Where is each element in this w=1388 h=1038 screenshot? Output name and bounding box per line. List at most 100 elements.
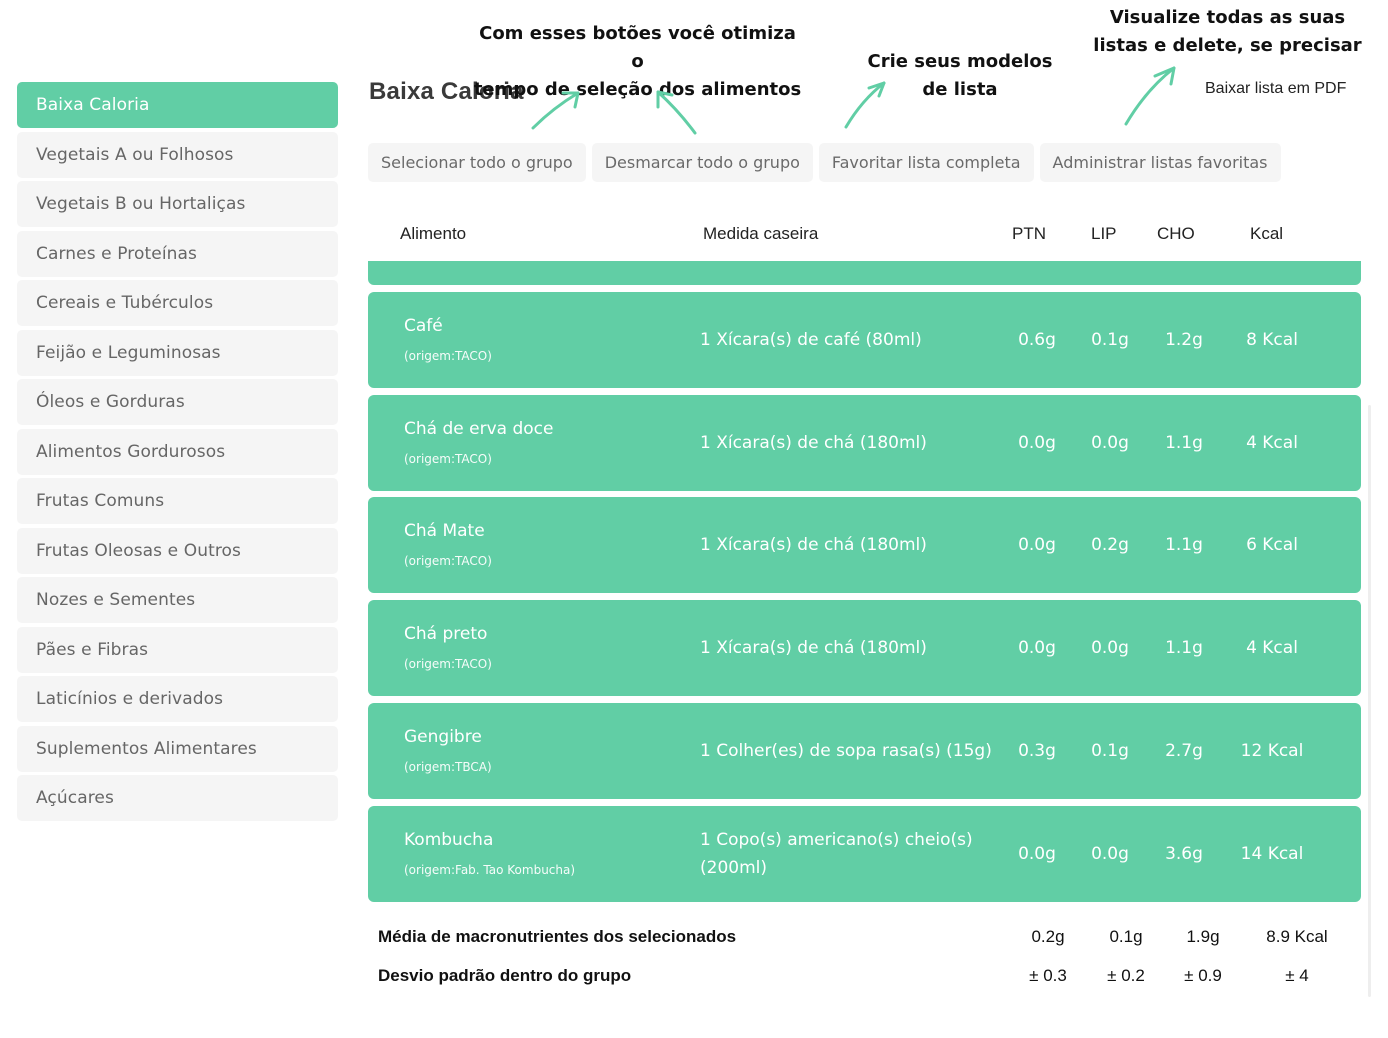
table-row[interactable]: Gengibre (origem:TBCA) 1 Colher(es) de sop… [368, 702, 1361, 799]
sidebar-item[interactable]: Pães e Fibras [17, 626, 338, 673]
sidebar-item-label: Vegetais B ou Hortaliças [36, 194, 246, 214]
sidebar-item[interactable]: Frutas Oleosas e Outros [17, 527, 338, 574]
food-measure: 1 Xícara(s) de chá (180ml) [700, 535, 927, 556]
sidebar-item[interactable]: Açúcares [17, 775, 338, 821]
food-origin: (origem:Fab. Tao Kombucha) [404, 862, 576, 877]
food-list: Café (origem:TACO) 1 Xícara(s) de café (80… [368, 261, 1362, 903]
food-name: Gengibre [404, 726, 482, 747]
food-measure: 1 Xícara(s) de chá (180ml) [700, 638, 927, 659]
food-ptn: 0.0g [1018, 638, 1056, 659]
sidebar-item[interactable]: Nozes e Sementes [17, 577, 338, 623]
mean-kcal: 8.9 Kcal [1266, 927, 1328, 946]
food-origin: (origem:TACO) [404, 349, 492, 363]
food-lip: 0.1g [1091, 740, 1129, 761]
sidebar-item-label: Frutas Comuns [36, 491, 165, 511]
food-kcal: 4 Kcal [1246, 638, 1298, 659]
sidebar-item[interactable]: Baixa Caloria [17, 82, 338, 128]
sidebar-item-label: Feijão e Leguminosas [36, 342, 221, 363]
column-header-kcal: Kcal [1250, 224, 1284, 243]
table-row-partial[interactable] [368, 261, 1361, 285]
annotation-line: listas e delete, se precisar [1093, 35, 1362, 56]
column-header-measure: Medida caseira [703, 224, 819, 243]
sidebar-item[interactable]: Frutas Comuns [17, 478, 338, 524]
favorite-list-button[interactable]: Favoritar lista completa [818, 143, 1034, 182]
annotation-line: Visualize todas as suas [1109, 7, 1346, 28]
sd-cho: ± 0.9 [1184, 966, 1222, 985]
food-kcal: 8 Kcal [1246, 330, 1298, 350]
sidebar-item[interactable]: Laticínios e derivados [17, 676, 338, 722]
food-lip: 0.1g [1091, 330, 1129, 350]
food-lip: 0.0g [1091, 638, 1129, 659]
column-header-food: Alimento [400, 224, 467, 243]
sidebar-item-label: Baixa Caloria [36, 95, 150, 115]
table-row[interactable]: Kombucha (origem:Fab. Tao Kombucha) 1 Copo… [368, 805, 1361, 902]
sd-lip: ± 0.2 [1107, 966, 1145, 985]
sidebar-item[interactable]: Feijão e Leguminosas [17, 329, 338, 376]
sidebar-item-label: Cereais e Tubérculos [36, 293, 214, 313]
sidebar-item[interactable]: Vegetais B ou Hortaliças [17, 181, 338, 227]
sidebar-item-label: Frutas Oleosas e Outros [36, 540, 242, 561]
sidebar-item[interactable]: Óleos e Gorduras [17, 379, 338, 425]
category-sidebar: Baixa Caloria Vegetais A ou Folhosos Veget… [17, 82, 338, 825]
sidebar-item-label: Açúcares [36, 788, 114, 808]
food-measure: 1 Colher(es) de sopa rasa(s) (15g) [700, 740, 992, 761]
sidebar-item-label: Pães e Fibras [36, 639, 149, 660]
sidebar-item[interactable]: Alimentos Gordurosos [17, 428, 338, 475]
food-name: Chá de erva doce [404, 418, 554, 439]
food-measure: 1 Xícara(s) de chá (180ml) [700, 432, 927, 453]
sidebar-item[interactable]: Carnes e Proteínas [17, 230, 338, 277]
food-cho: 1.2g [1165, 330, 1203, 350]
column-header-ptn: PTN [1012, 224, 1046, 243]
food-measure: 1 Xícara(s) de café (80ml) [700, 330, 922, 350]
food-cho: 1.1g [1165, 535, 1203, 556]
table-header: Alimento Medida caseira PTN LIP CHO Kcal [368, 218, 1362, 252]
manage-favorites-button[interactable]: Administrar listas favoritas [1039, 143, 1281, 182]
food-kcal: 14 Kcal [1240, 843, 1304, 864]
annotation-line: Crie seus modelos [867, 51, 1053, 72]
deselect-all-button[interactable]: Desmarcar todo o grupo [591, 143, 813, 182]
food-measure: 1 Copo(s) americano(s) cheio(s) (200ml) [700, 829, 973, 878]
table-row[interactable]: Café (origem:TACO) 1 Xícara(s) de café (80… [368, 292, 1361, 388]
arrow-up-right-icon [1124, 66, 1176, 126]
sidebar-item-label: Alimentos Gordurosos [36, 441, 226, 462]
table-row[interactable]: Chá de erva doce (origem:TACO) 1 Xícara(s)… [368, 394, 1361, 491]
mean-cho: 1.9g [1186, 927, 1220, 946]
download-pdf-link[interactable]: Baixar lista em PDF [1205, 80, 1346, 98]
mean-ptn: 0.2g [1031, 927, 1065, 946]
sidebar-item[interactable]: Cereais e Tubérculos [17, 280, 338, 326]
table-row[interactable]: Chá Mate (origem:TACO) 1 Xícara(s) de chá … [368, 497, 1361, 594]
sd-kcal: ± 4 [1285, 966, 1309, 985]
food-origin: (origem:TACO) [404, 657, 492, 672]
sidebar-item[interactable]: Suplementos Alimentares [17, 725, 338, 772]
food-kcal: 6 Kcal [1246, 535, 1298, 556]
food-name: Café [404, 316, 443, 336]
toolbar: Selecionar todo o grupo Desmarcar todo o… [368, 143, 1281, 182]
annotation-models-note: Crie seus modelos de lista [860, 48, 1060, 104]
annotation-line: Com esses botões você otimiza o [479, 23, 796, 72]
sidebar-item-label: Vegetais A ou Folhosos [36, 144, 234, 165]
food-lip: 0.2g [1091, 535, 1129, 556]
column-header-lip: LIP [1091, 224, 1117, 243]
food-ptn: 0.0g [1018, 843, 1056, 864]
sidebar-item-label: Óleos e Gorduras [36, 392, 185, 412]
table-row[interactable]: Chá preto (origem:TACO) 1 Xícara(s) de chá… [368, 600, 1361, 697]
sidebar-item[interactable]: Vegetais A ou Folhosos [17, 131, 338, 178]
sidebar-item-label: Laticínios e derivados [36, 689, 224, 709]
sidebar-item-label: Suplementos Alimentares [36, 738, 257, 759]
sd-ptn: ± 0.3 [1029, 966, 1067, 985]
food-lip: 0.0g [1091, 432, 1129, 453]
mean-label: Média de macronutrientes dos selecionado… [378, 927, 737, 946]
select-all-button[interactable]: Selecionar todo o grupo [368, 143, 586, 182]
food-ptn: 0.6g [1018, 330, 1056, 350]
sidebar-item-label: Carnes e Proteínas [36, 243, 198, 264]
sidebar-item-label: Nozes e Sementes [36, 590, 196, 610]
scrollbar[interactable] [1368, 405, 1371, 997]
food-kcal: 4 Kcal [1246, 432, 1298, 453]
food-name: Chá preto [404, 624, 488, 645]
food-origin: (origem:TBCA) [404, 759, 492, 774]
annotation-lists-note: Visualize todas as suas listas e delete,… [1090, 4, 1365, 60]
food-cho: 1.1g [1165, 638, 1203, 659]
annotation-buttons-note: Com esses botões você otimiza o tempo de… [470, 20, 805, 104]
food-ptn: 0.0g [1018, 432, 1056, 453]
food-origin: (origem:TACO) [404, 554, 492, 569]
